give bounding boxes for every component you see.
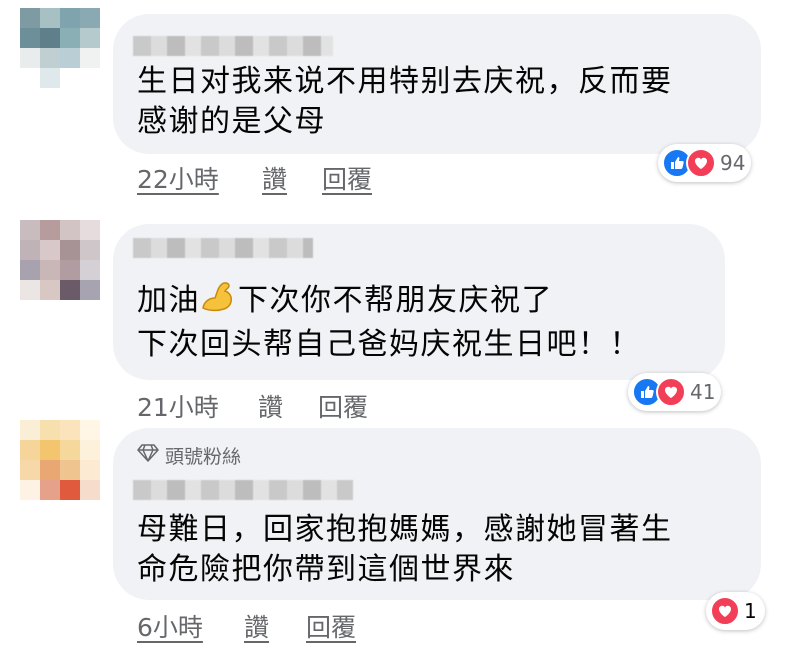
reaction-count: 94 — [720, 151, 746, 175]
comment-bubble: 生日对我来说不用特别去庆祝，反而要 感谢的是父母 — [113, 14, 761, 154]
commenter-name[interactable] — [133, 480, 353, 500]
reply-link[interactable]: 回覆 — [318, 388, 368, 424]
commenter-name[interactable] — [133, 238, 313, 258]
comment-text: 生日对我来说不用特别去庆祝，反而要 感谢的是父母 — [137, 64, 673, 139]
like-link[interactable]: 讚 — [262, 160, 287, 196]
reply-link[interactable]: 回覆 — [322, 160, 372, 196]
diamond-icon — [137, 444, 159, 467]
comment-text-part: 下次你不帮朋友庆祝了 — [238, 283, 553, 318]
love-icon — [656, 377, 686, 407]
flexed-biceps-emoji — [200, 280, 238, 325]
comment-text-line: 下次回头帮自己爸妈庆祝生日吧！！ — [137, 327, 641, 362]
timestamp[interactable]: 22小時 — [137, 160, 219, 196]
commenter-name[interactable] — [133, 36, 333, 56]
avatar[interactable] — [20, 220, 100, 300]
avatar[interactable] — [20, 420, 100, 500]
avatar[interactable] — [20, 8, 100, 88]
like-link[interactable]: 讚 — [244, 608, 269, 644]
comment-bubble: 加油 下次你不帮朋友庆祝了 下次回头帮自己爸妈庆祝生日吧！！ — [113, 224, 725, 380]
timestamp[interactable]: 21小時 — [137, 388, 219, 424]
timestamp[interactable]: 6小時 — [137, 608, 203, 644]
reaction-count: 1 — [744, 599, 757, 623]
reaction-summary[interactable]: 41 — [628, 373, 722, 411]
top-fan-badge: 頭號粉絲 — [137, 442, 241, 469]
love-icon — [710, 596, 740, 626]
reaction-summary[interactable]: 94 — [658, 144, 752, 182]
comment-bubble: 頭號粉絲 母難日，回家抱抱媽媽，感謝她冒著生 命危險把你帶到這個世界來 — [113, 428, 761, 600]
reply-link[interactable]: 回覆 — [306, 608, 356, 644]
comment-text-part: 加油 — [137, 283, 200, 318]
like-link[interactable]: 讚 — [258, 388, 283, 424]
comment-text: 加油 下次你不帮朋友庆祝了 下次回头帮自己爸妈庆祝生日吧！！ — [137, 280, 641, 365]
reaction-count: 41 — [690, 380, 716, 404]
comment-actions: 6小時 讚 回覆 — [0, 608, 800, 644]
love-icon — [686, 148, 716, 178]
comment-text: 母難日，回家抱抱媽媽，感謝她冒著生 命危險把你帶到這個世界來 — [137, 512, 673, 587]
reaction-summary[interactable]: 1 — [706, 592, 765, 630]
badge-label: 頭號粉絲 — [165, 446, 242, 468]
